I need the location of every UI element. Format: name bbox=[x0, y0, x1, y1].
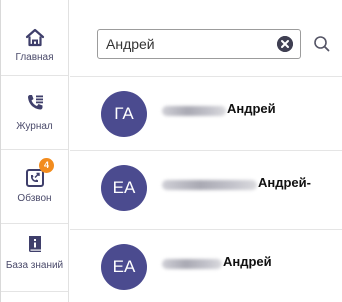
sidebar-item-knowledge-base[interactable]: База знаний bbox=[1, 224, 68, 292]
contact-row[interactable]: ЕА Андрей- bbox=[70, 150, 342, 222]
avatar: ЕА bbox=[101, 165, 147, 211]
contact-name: Андрей bbox=[227, 101, 276, 116]
search-box bbox=[97, 29, 301, 59]
redacted-text bbox=[162, 259, 222, 269]
sidebar-item-dialer[interactable]: 4 Обзвон bbox=[1, 150, 68, 224]
sidebar-item-home[interactable]: Главная bbox=[1, 8, 68, 76]
sidebar-item-label: Обзвон bbox=[17, 193, 52, 204]
contact-row[interactable]: ЕА Андрей bbox=[70, 229, 342, 301]
sidebar: Главная Журнал 4 Обзвон База знаний bbox=[1, 0, 69, 302]
clear-icon[interactable] bbox=[277, 36, 293, 52]
contact-row[interactable]: ГА Андрей bbox=[70, 76, 342, 148]
knowledge-book-icon bbox=[28, 236, 41, 252]
sidebar-item-label: Журнал bbox=[16, 121, 53, 132]
avatar: ГА bbox=[101, 91, 147, 137]
sidebar-item-journal[interactable]: Журнал bbox=[1, 76, 68, 150]
contact-name: Андрей- bbox=[258, 175, 311, 190]
app-frame: Главная Журнал 4 Обзвон База знаний Андр… bbox=[0, 0, 342, 302]
avatar: ЕА bbox=[101, 244, 147, 290]
search-icon[interactable] bbox=[312, 34, 332, 54]
redacted-text bbox=[162, 106, 226, 116]
redacted-text bbox=[162, 180, 257, 190]
home-icon bbox=[25, 28, 44, 47]
notification-badge: 4 bbox=[39, 158, 54, 173]
phone-log-icon bbox=[27, 95, 43, 110]
sidebar-item-label: Главная bbox=[15, 52, 54, 63]
search-input[interactable] bbox=[106, 35, 266, 53]
contact-name: Андрей bbox=[223, 254, 272, 269]
sidebar-item-label: База знаний bbox=[5, 260, 64, 271]
